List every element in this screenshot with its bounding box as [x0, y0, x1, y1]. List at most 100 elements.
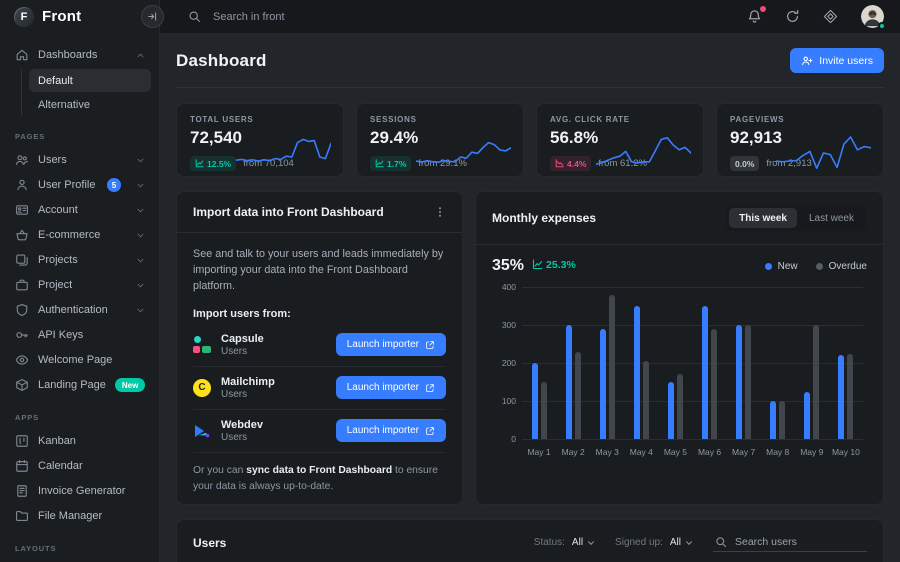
online-status-dot — [878, 22, 886, 30]
bar-group-may-1 — [522, 287, 556, 439]
global-search — [188, 10, 747, 23]
sidebar-item-file-manager[interactable]: File Manager — [8, 504, 151, 528]
sidebar-item-label: Invoice Generator — [38, 485, 145, 497]
id-card-icon — [15, 203, 29, 217]
x-axis-label: May 4 — [624, 447, 658, 457]
kanban-icon — [15, 434, 29, 448]
bar-overdue — [541, 382, 547, 439]
sidebar-collapse-button[interactable] — [141, 5, 164, 28]
chevron-down-icon — [685, 539, 693, 547]
x-axis-label: May 6 — [692, 447, 726, 457]
x-axis-label: May 8 — [761, 447, 795, 457]
sidebar-item-label: File Manager — [38, 510, 145, 522]
bar-chart: 4003002001000 — [522, 287, 863, 439]
sidebar-item-dashboards[interactable]: Dashboards — [8, 43, 151, 67]
source-name: Mailchimp — [221, 376, 326, 388]
apps-button[interactable] — [823, 9, 838, 24]
trend-down-icon — [555, 159, 564, 168]
status-filter-dropdown[interactable]: All — [572, 537, 595, 548]
bar-group-may-4 — [624, 287, 658, 439]
page-header: Dashboard Invite users — [176, 33, 884, 88]
x-axis-label: May 9 — [795, 447, 829, 457]
sync-data-link[interactable]: sync data to Front Dashboard — [246, 465, 392, 476]
launch-importer-button[interactable]: Launch importer — [336, 419, 446, 442]
sidebar-subitem-default[interactable]: Default — [29, 69, 151, 92]
sidebar-item-api-keys[interactable]: API Keys — [8, 323, 151, 347]
sidebar-item-invoice-generator[interactable]: Invoice Generator — [8, 479, 151, 503]
expenses-value: 35% — [492, 257, 524, 275]
launch-importer-button[interactable]: Launch importer — [336, 333, 446, 356]
stat-change-badge: 1.7% — [370, 156, 411, 171]
sidebar-item-label: Calendar — [38, 460, 145, 472]
sidebar-item-authentication[interactable]: Authentication — [8, 298, 151, 322]
sidebar-item-welcome-page[interactable]: Welcome Page — [8, 348, 151, 372]
chevron-down-icon — [136, 306, 145, 315]
brand-name: Front — [42, 8, 81, 25]
y-axis-tick: 400 — [492, 282, 516, 292]
global-search-input[interactable] — [213, 11, 453, 23]
refresh-button[interactable] — [785, 9, 800, 24]
bell-icon — [747, 9, 762, 24]
sidebar-item-calendar[interactable]: Calendar — [8, 454, 151, 478]
sidebar-item-account[interactable]: Account — [8, 198, 151, 222]
sidebar-item-e-commerce[interactable]: E-commerce — [8, 223, 151, 247]
bar-overdue — [677, 374, 683, 439]
sparkline — [236, 129, 331, 175]
sidebar-item-label: Users — [38, 154, 127, 166]
gridline — [522, 439, 863, 440]
x-axis-label: May 7 — [727, 447, 761, 457]
bar-group-may-2 — [556, 287, 590, 439]
bar-overdue — [575, 352, 581, 439]
week-toggle-this-week[interactable]: This week — [729, 208, 797, 228]
status-filter: Status: All — [534, 537, 595, 548]
stat-label: TOTAL USERS — [190, 115, 330, 124]
users-card: Users Status: All Signed up: — [176, 519, 884, 562]
person-icon — [15, 178, 29, 192]
notifications-button[interactable] — [747, 9, 762, 24]
user-menu-button[interactable] — [861, 5, 884, 28]
legend-item-new[interactable]: New — [765, 261, 798, 272]
y-axis-tick: 300 — [492, 320, 516, 330]
x-axis-label: May 10 — [829, 447, 863, 457]
status-filter-label: Status: — [534, 537, 565, 548]
card-menu-button[interactable] — [434, 206, 446, 218]
signed-up-filter-dropdown[interactable]: All — [670, 537, 693, 548]
bar-new — [600, 329, 606, 439]
sidebar-item-project[interactable]: Project — [8, 273, 151, 297]
bar-overdue — [745, 325, 751, 439]
import-footer-text: Or you can — [193, 465, 246, 476]
sidebar-item-label: Projects — [38, 254, 127, 266]
stat-label: SESSIONS — [370, 115, 510, 124]
import-description: See and talk to your users and leads imm… — [193, 246, 446, 295]
bars-container — [522, 287, 863, 439]
sidebar-item-label: E-commerce — [38, 229, 127, 241]
launch-importer-button[interactable]: Launch importer — [336, 376, 446, 399]
person-plus-icon — [801, 55, 813, 67]
receipt-icon — [15, 484, 29, 498]
chevron-down-icon — [136, 156, 145, 165]
bar-group-may-7 — [727, 287, 761, 439]
sidebar-item-user-profile[interactable]: User Profile5 — [8, 173, 151, 197]
sidebar-item-users[interactable]: Users — [8, 148, 151, 172]
users-search-input[interactable] — [735, 536, 865, 548]
source-type: Users — [221, 389, 326, 400]
sidebar-item-projects[interactable]: Projects — [8, 248, 151, 272]
invite-users-button[interactable]: Invite users — [790, 48, 884, 73]
sidebar-subitem-alternative[interactable]: Alternative — [29, 93, 151, 116]
week-toggle-last-week[interactable]: Last week — [799, 208, 864, 228]
sparkline — [776, 129, 871, 175]
import-source-row-capsule: CapsuleUsersLaunch importer — [193, 324, 446, 367]
sidebar-item-landing-page[interactable]: Landing PageNew — [8, 373, 151, 397]
monthly-expenses-card: Monthly expenses This weekLast week 35% … — [475, 191, 884, 505]
legend-item-overdue[interactable]: Overdue — [816, 261, 867, 272]
sidebar-badge: New — [115, 378, 145, 392]
import-card-header: Import data into Front Dashboard — [177, 192, 462, 233]
sidebar-section-label: LAYOUTS — [15, 544, 151, 553]
brand-logo[interactable]: F Front — [0, 0, 159, 33]
expenses-change: 25.3% — [532, 259, 576, 271]
topbar — [160, 0, 900, 33]
sidebar-item-kanban[interactable]: Kanban — [8, 429, 151, 453]
cards-row: Import data into Front Dashboard See and… — [176, 191, 884, 505]
bar-new — [702, 306, 708, 439]
y-axis-tick: 200 — [492, 358, 516, 368]
